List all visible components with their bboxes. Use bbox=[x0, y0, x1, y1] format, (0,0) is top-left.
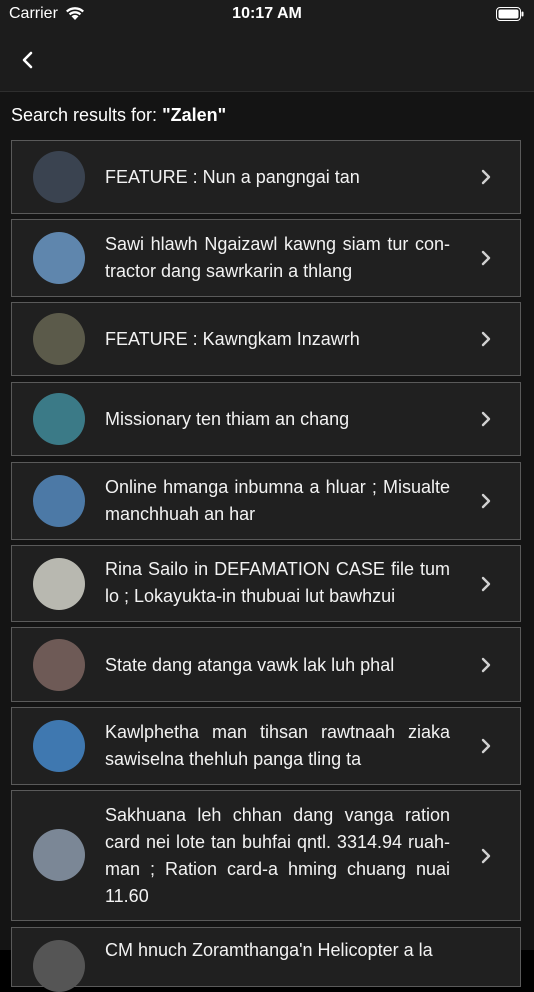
chevron-right-icon bbox=[481, 738, 491, 754]
result-title: Missionary ten thiam an chang bbox=[105, 409, 350, 429]
result-item[interactable]: FEATURE : Nun a pangngai tan bbox=[11, 140, 521, 214]
result-thumbnail bbox=[33, 232, 85, 284]
battery-icon bbox=[496, 7, 524, 21]
search-prefix: Search results for: bbox=[11, 105, 163, 125]
result-thumbnail bbox=[33, 720, 85, 772]
result-title: State dang atanga vawk lak luh phal bbox=[105, 655, 395, 675]
result-title: Rina Sailo in DEFAMATION CASE file tum l… bbox=[105, 559, 450, 606]
result-title: Kawlphetha man tihsan rawtnaah ziaka saw… bbox=[105, 722, 450, 769]
result-thumbnail bbox=[33, 940, 85, 992]
search-query: "Zalen" bbox=[162, 105, 227, 125]
result-item[interactable]: Online hmanga inbumna a hluar ; Misualte… bbox=[11, 462, 521, 540]
result-item[interactable]: State dang atanga vawk lak luh phal bbox=[11, 627, 521, 702]
result-title: FEATURE : Kawngkam Inzawrh bbox=[105, 329, 360, 349]
status-bar: Carrier 10:17 AM bbox=[0, 0, 534, 30]
result-title: CM hnuch Zoramthanga'n Helicopter a la bbox=[105, 940, 433, 960]
chevron-right-icon bbox=[481, 411, 491, 427]
search-heading: Search results for: "Zalen" bbox=[11, 105, 226, 126]
result-thumbnail bbox=[33, 558, 85, 610]
chevron-right-icon bbox=[481, 848, 491, 864]
result-item[interactable]: CM hnuch Zoramthanga'n Helicopter a la bbox=[11, 927, 521, 992]
result-title: Online hmanga inbumna a hluar ; Misualte… bbox=[105, 477, 450, 524]
result-title: Sawi hlawh Ngaizawl kawng siam tur con-t… bbox=[105, 234, 450, 281]
chevron-right-icon bbox=[481, 657, 491, 673]
result-thumbnail bbox=[33, 393, 85, 445]
result-item[interactable]: Sawi hlawh Ngaizawl kawng siam tur con-t… bbox=[11, 219, 521, 297]
result-thumbnail bbox=[33, 475, 85, 527]
chevron-right-icon bbox=[481, 169, 491, 185]
back-button[interactable] bbox=[18, 48, 38, 72]
chevron-right-icon bbox=[481, 250, 491, 266]
result-item[interactable]: Rina Sailo in DEFAMATION CASE file tum l… bbox=[11, 545, 521, 622]
chevron-right-icon bbox=[481, 331, 491, 347]
result-thumbnail bbox=[33, 151, 85, 203]
result-item[interactable]: Kawlphetha man tihsan rawtnaah ziaka saw… bbox=[11, 707, 521, 785]
clock: 10:17 AM bbox=[232, 5, 302, 22]
result-thumbnail bbox=[33, 829, 85, 881]
search-results-list[interactable]: Search results for: "Zalen" FEATURE : Nu… bbox=[0, 92, 534, 992]
chevron-right-icon bbox=[481, 493, 491, 509]
navigation-bar bbox=[0, 30, 534, 92]
result-thumbnail bbox=[33, 313, 85, 365]
result-item[interactable]: Sakhuana leh chhan dang vanga ration car… bbox=[11, 790, 521, 921]
result-item[interactable]: Missionary ten thiam an chang bbox=[11, 382, 521, 456]
chevron-right-icon bbox=[481, 576, 491, 592]
result-thumbnail bbox=[33, 639, 85, 691]
result-item[interactable]: FEATURE : Kawngkam Inzawrh bbox=[11, 302, 521, 376]
result-title: FEATURE : Nun a pangngai tan bbox=[105, 167, 360, 187]
result-title: Sakhuana leh chhan dang vanga ration car… bbox=[105, 805, 450, 906]
